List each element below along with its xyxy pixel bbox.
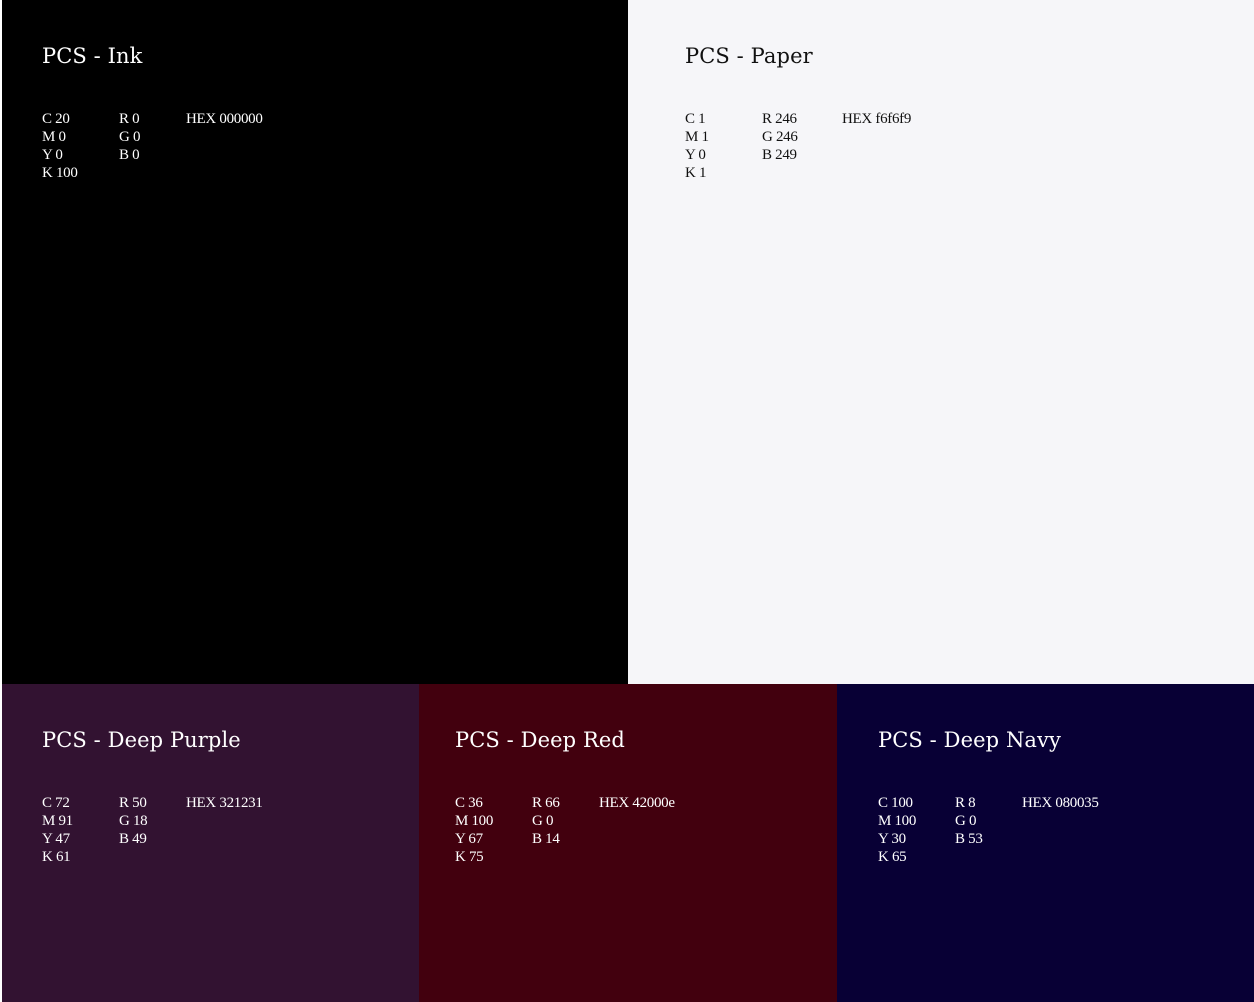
rgb-b: B 0: [119, 147, 140, 163]
swatch-title: PCS - Ink: [42, 44, 143, 68]
swatch-ink: PCS - Ink C 20 M 0 Y 0 K 100 R 0 G 0 B 0…: [2, 0, 628, 684]
cmyk-k: K 75: [455, 849, 484, 865]
cmyk-m: M 1: [685, 129, 709, 145]
rgb-values: R 66 G 0 B 14: [532, 794, 560, 848]
cmyk-c: C 100: [878, 795, 913, 811]
rgb-g: G 0: [119, 129, 141, 145]
rgb-values: R 0 G 0 B 0: [119, 110, 140, 164]
swatch-deep-navy: PCS - Deep Navy C 100 M 100 Y 30 K 65 R …: [837, 684, 1254, 1002]
hex-value: HEX 000000: [186, 111, 263, 127]
cmyk-c: C 1: [685, 111, 706, 127]
cmyk-m: M 91: [42, 813, 73, 829]
swatch-paper: PCS - Paper C 1 M 1 Y 0 K 1 R 246 G 246 …: [628, 0, 1254, 684]
cmyk-m: M 100: [878, 813, 917, 829]
cmyk-values: C 72 M 91 Y 47 K 61: [42, 794, 73, 866]
rgb-g: G 0: [532, 813, 554, 829]
rgb-b: B 249: [762, 147, 797, 163]
cmyk-y: Y 30: [878, 831, 906, 847]
rgb-g: G 0: [955, 813, 977, 829]
color-palette-page: PCS - Ink C 20 M 0 Y 0 K 100 R 0 G 0 B 0…: [0, 0, 1254, 1002]
hex-value: HEX 080035: [1022, 795, 1099, 811]
hex-value: HEX f6f6f9: [842, 111, 912, 127]
swatch-title: PCS - Deep Red: [455, 728, 625, 752]
rgb-b: B 49: [119, 831, 147, 847]
cmyk-m: M 0: [42, 129, 66, 145]
rgb-b: B 14: [532, 831, 560, 847]
rgb-values: R 246 G 246 B 249: [762, 110, 798, 164]
cmyk-k: K 1: [685, 165, 707, 181]
cmyk-k: K 65: [878, 849, 907, 865]
rgb-values: R 50 G 18 B 49: [119, 794, 148, 848]
cmyk-y: Y 0: [685, 147, 706, 163]
rgb-b: B 53: [955, 831, 983, 847]
cmyk-values: C 1 M 1 Y 0 K 1: [685, 110, 709, 182]
cmyk-m: M 100: [455, 813, 494, 829]
cmyk-y: Y 67: [455, 831, 483, 847]
rgb-g: G 246: [762, 129, 798, 145]
swatch-deep-red: PCS - Deep Red C 36 M 100 Y 67 K 75 R 66…: [419, 684, 837, 1002]
cmyk-values: C 20 M 0 Y 0 K 100: [42, 110, 78, 182]
cmyk-y: Y 0: [42, 147, 63, 163]
cmyk-values: C 36 M 100 Y 67 K 75: [455, 794, 493, 866]
hex-value: HEX 321231: [186, 795, 263, 811]
cmyk-k: K 61: [42, 849, 71, 865]
swatch-title: PCS - Deep Navy: [878, 728, 1061, 752]
rgb-g: G 18: [119, 813, 148, 829]
swatch-deep-purple: PCS - Deep Purple C 72 M 91 Y 47 K 61 R …: [2, 684, 419, 1002]
cmyk-c: C 72: [42, 795, 70, 811]
rgb-r: R 0: [119, 111, 140, 127]
cmyk-values: C 100 M 100 Y 30 K 65: [878, 794, 916, 866]
cmyk-c: C 20: [42, 111, 70, 127]
cmyk-c: C 36: [455, 795, 483, 811]
rgb-r: R 50: [119, 795, 147, 811]
rgb-r: R 8: [955, 795, 976, 811]
rgb-values: R 8 G 0 B 53: [955, 794, 983, 848]
swatch-title: PCS - Paper: [685, 44, 813, 68]
rgb-r: R 246: [762, 111, 797, 127]
swatch-title: PCS - Deep Purple: [42, 728, 241, 752]
cmyk-k: K 100: [42, 165, 78, 181]
cmyk-y: Y 47: [42, 831, 70, 847]
hex-value: HEX 42000e: [599, 795, 675, 811]
rgb-r: R 66: [532, 795, 560, 811]
